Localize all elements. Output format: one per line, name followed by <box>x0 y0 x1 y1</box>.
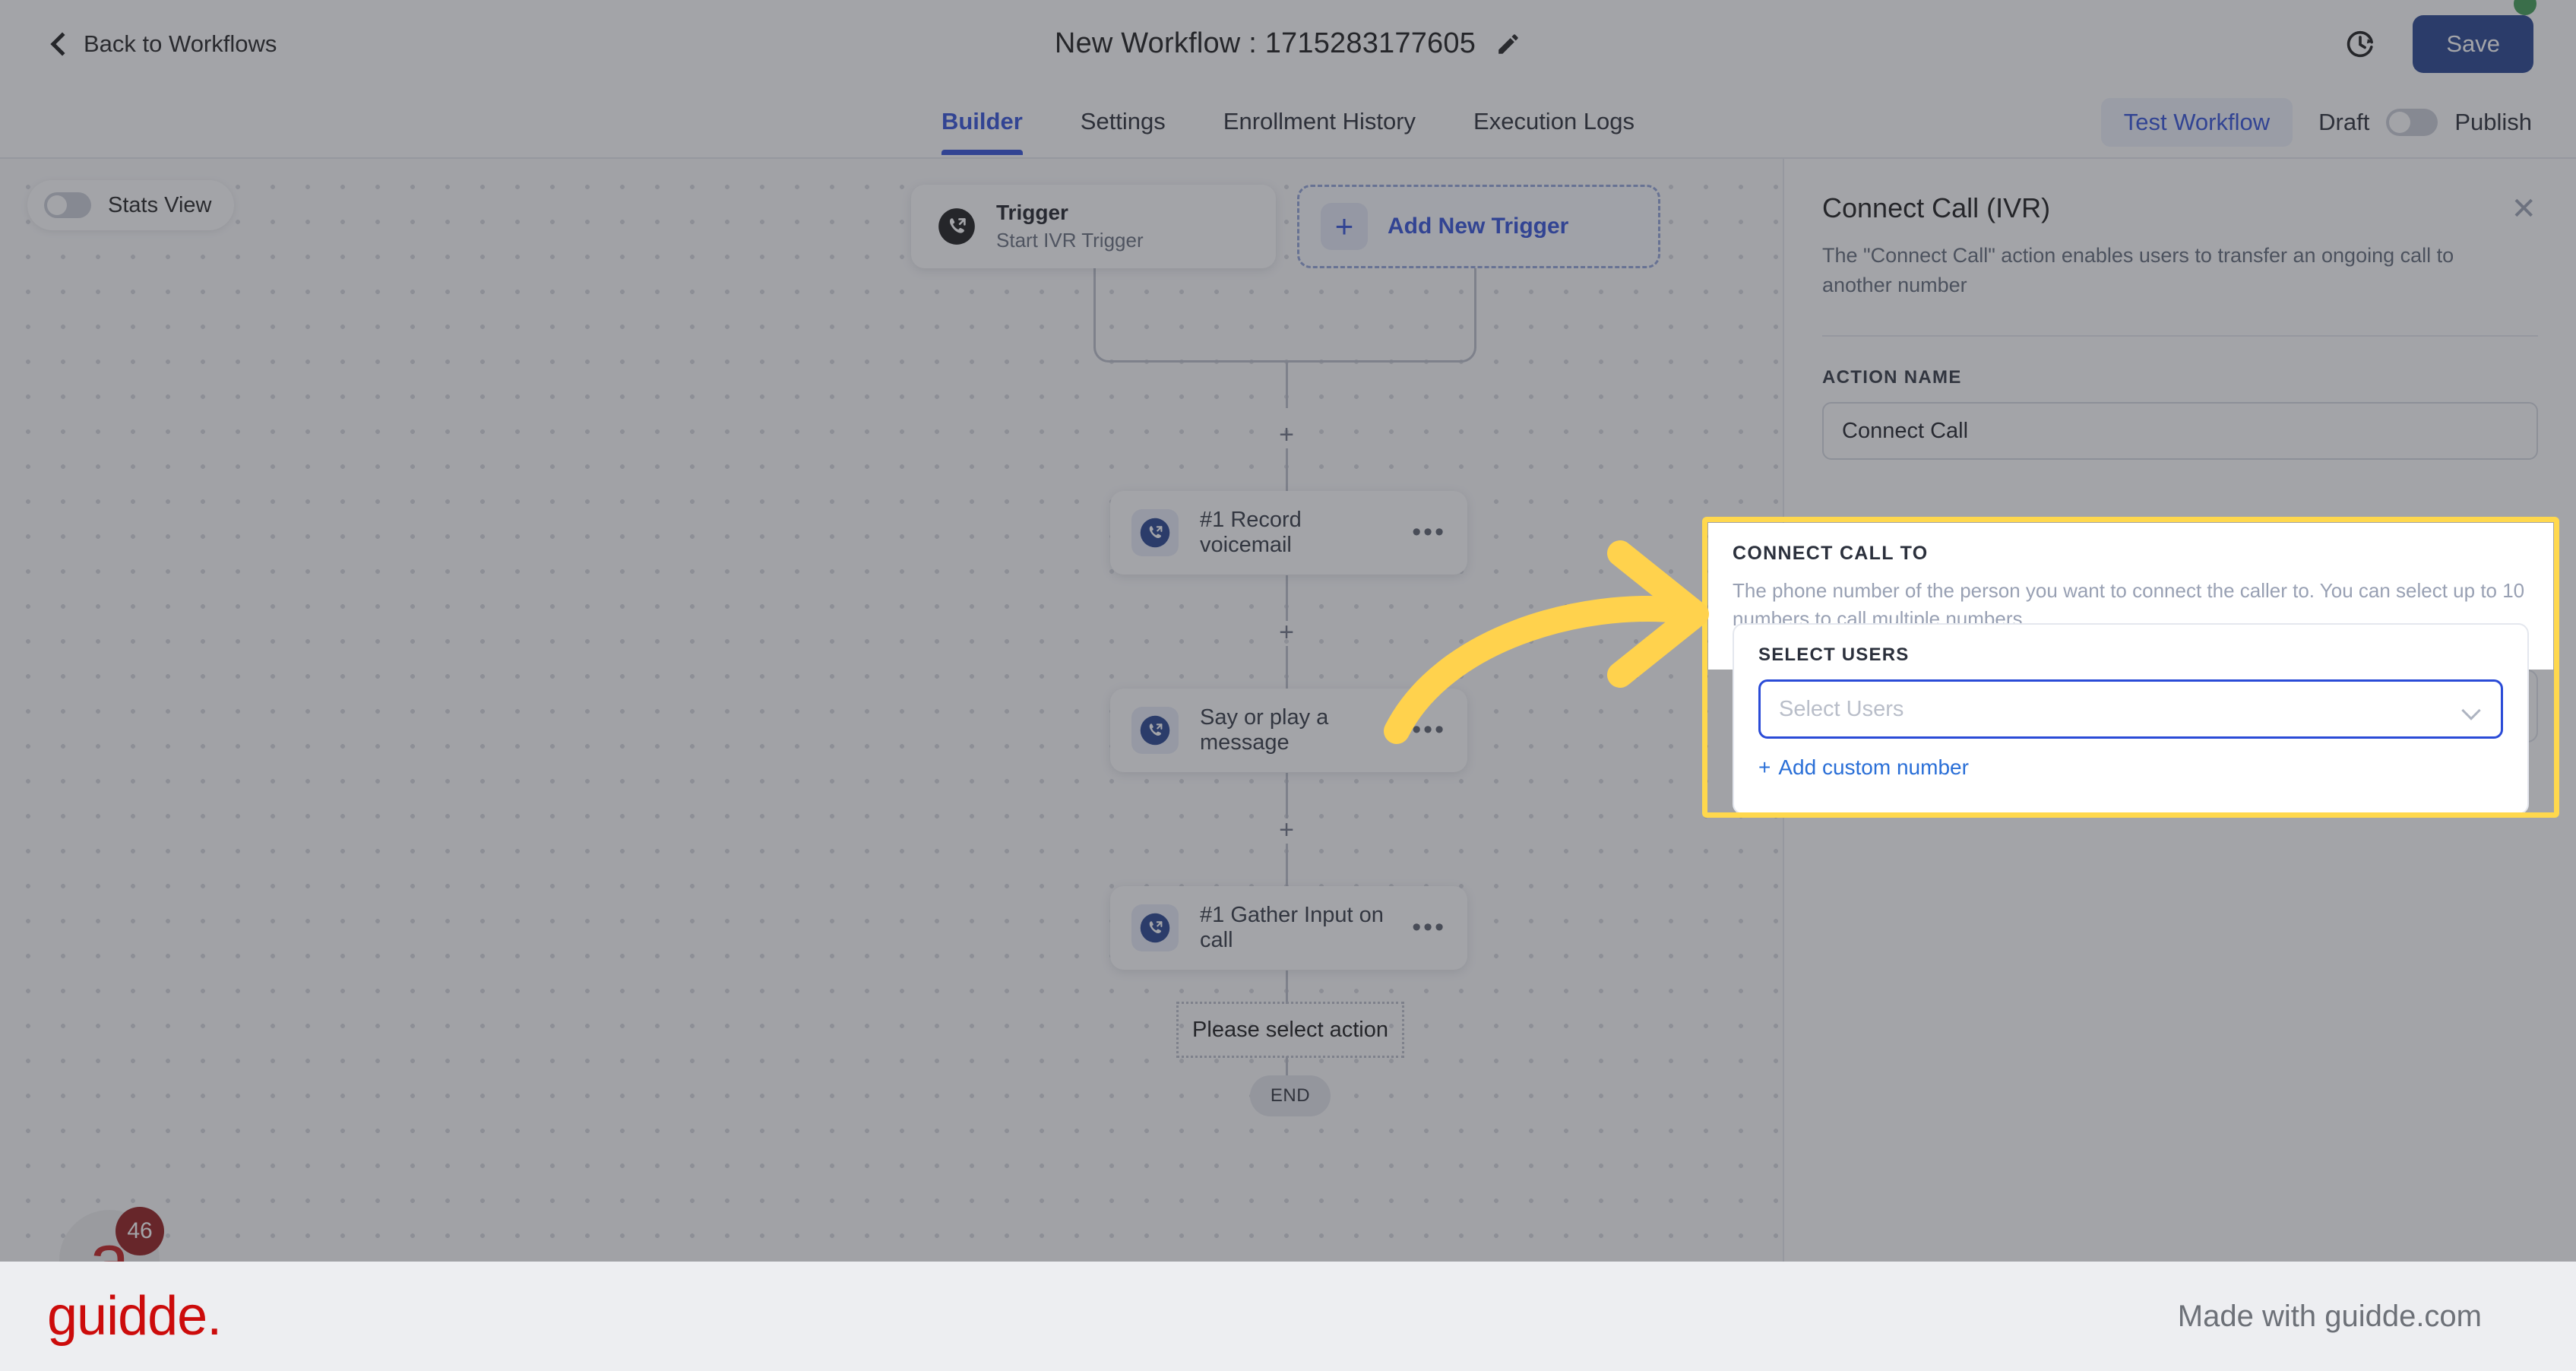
add-new-trigger-label: Add New Trigger <box>1388 214 1569 239</box>
trigger-node[interactable]: Trigger Start IVR Trigger <box>911 185 1276 268</box>
select-users-card: SELECT USERS Select Users + Add custom n… <box>1733 623 2529 815</box>
tab-settings[interactable]: Settings <box>1081 108 1166 155</box>
action-name-input[interactable] <box>1822 402 2538 461</box>
tab-builder[interactable]: Builder <box>941 108 1023 155</box>
add-custom-number-label: Add custom number <box>1778 755 1969 779</box>
panel-description: The "Connect Call" action enables users … <box>1822 244 2454 297</box>
history-clock-icon[interactable] <box>2343 27 2378 62</box>
publish-toggle[interactable] <box>2386 109 2438 136</box>
tab-execution-logs[interactable]: Execution Logs <box>1473 108 1635 155</box>
connector-line <box>1286 844 1288 886</box>
test-workflow-button[interactable]: Test Workflow <box>2100 98 2293 147</box>
panel-divider <box>1822 335 2538 337</box>
tab-enrollment-history[interactable]: Enrollment History <box>1223 108 1416 155</box>
trigger-node-title: Trigger <box>996 201 1068 224</box>
made-with-guidde-label: Made with guidde.com <box>2177 1299 2482 1333</box>
add-step-button-2[interactable]: + <box>1274 619 1299 645</box>
chevron-down-icon <box>2463 704 2483 715</box>
connector-line <box>1286 773 1288 818</box>
publish-toggle-group: Draft Publish <box>2318 109 2532 136</box>
add-new-trigger-button[interactable]: + Add New Trigger <box>1297 185 1660 268</box>
more-options-icon[interactable]: ••• <box>1412 915 1446 940</box>
select-users-label: SELECT USERS <box>1758 644 1910 665</box>
close-icon[interactable]: ✕ <box>2511 194 2536 224</box>
curved-arrow-right-icon <box>1384 540 1709 744</box>
select-action-placeholder[interactable]: Please select action <box>1176 1002 1404 1058</box>
add-step-button-3[interactable]: + <box>1274 817 1299 843</box>
connector-line <box>1286 448 1288 491</box>
page-title: New Workflow : 1715283177605 <box>1054 27 1476 59</box>
publish-label: Publish <box>2454 109 2532 135</box>
stats-view-knob <box>47 195 67 215</box>
back-to-workflows-label: Back to Workflows <box>84 30 277 57</box>
tab-bar-actions: Test Workflow Draft Publish <box>2100 98 2532 147</box>
add-custom-number-button[interactable]: + Add custom number <box>1758 755 2503 780</box>
connect-call-to-label: CONNECT CALL TO <box>1733 543 1929 564</box>
action-name-label: ACTION NAME <box>1822 367 1962 388</box>
connector-line <box>1286 575 1288 621</box>
action-node-gather-input[interactable]: #1 Gather Input on call ••• <box>1110 886 1467 970</box>
tab-list: Builder Settings Enrollment History Exec… <box>941 99 1635 155</box>
workflow-title-group: New Workflow : 1715283177605 <box>1055 27 1521 60</box>
pencil-icon[interactable] <box>1495 31 1521 57</box>
connector-line <box>1286 363 1288 408</box>
publish-toggle-knob <box>2389 112 2411 133</box>
plus-icon: + <box>1321 203 1368 250</box>
top-bar: Back to Workflows New Workflow : 1715283… <box>0 0 2576 87</box>
select-users-placeholder: Select Users <box>1779 696 1904 721</box>
plus-icon: + <box>1758 755 1771 779</box>
connector-line <box>1286 970 1288 1004</box>
panel-title: Connect Call (IVR) <box>1822 192 2051 223</box>
phone-outgoing-icon <box>1131 509 1179 556</box>
action-node-label: #1 Gather Input on call <box>1200 903 1384 952</box>
stats-view-switch[interactable] <box>44 192 91 218</box>
chevron-left-icon <box>47 33 70 55</box>
end-node: END <box>1250 1075 1331 1116</box>
guidde-watermark-bar: guidde. Made with guidde.com <box>0 1262 2576 1371</box>
save-button[interactable]: Save <box>2413 14 2533 73</box>
connector-line <box>1286 646 1288 689</box>
top-bar-actions: Save <box>2343 0 2536 87</box>
stats-view-toggle[interactable]: Stats View <box>27 180 235 230</box>
phone-outgoing-icon <box>938 208 975 245</box>
trigger-node-subtitle: Start IVR Trigger <box>996 229 1144 252</box>
notification-badge: 46 <box>116 1207 164 1255</box>
trigger-node-text: Trigger Start IVR Trigger <box>996 201 1144 252</box>
phone-outgoing-icon <box>1131 707 1179 754</box>
select-users-input[interactable]: Select Users <box>1758 679 2503 739</box>
status-indicator-dot <box>2514 0 2536 15</box>
guidde-logo: guidde. <box>47 1286 222 1347</box>
tab-bar: Builder Settings Enrollment History Exec… <box>0 87 2576 159</box>
draft-label: Draft <box>2318 109 2370 135</box>
connector-loop <box>1093 268 1476 363</box>
stats-view-label: Stats View <box>108 192 212 217</box>
add-step-button-1[interactable]: + <box>1274 422 1299 448</box>
phone-outgoing-icon <box>1131 904 1179 951</box>
back-to-workflows-button[interactable]: Back to Workflows <box>47 30 277 58</box>
